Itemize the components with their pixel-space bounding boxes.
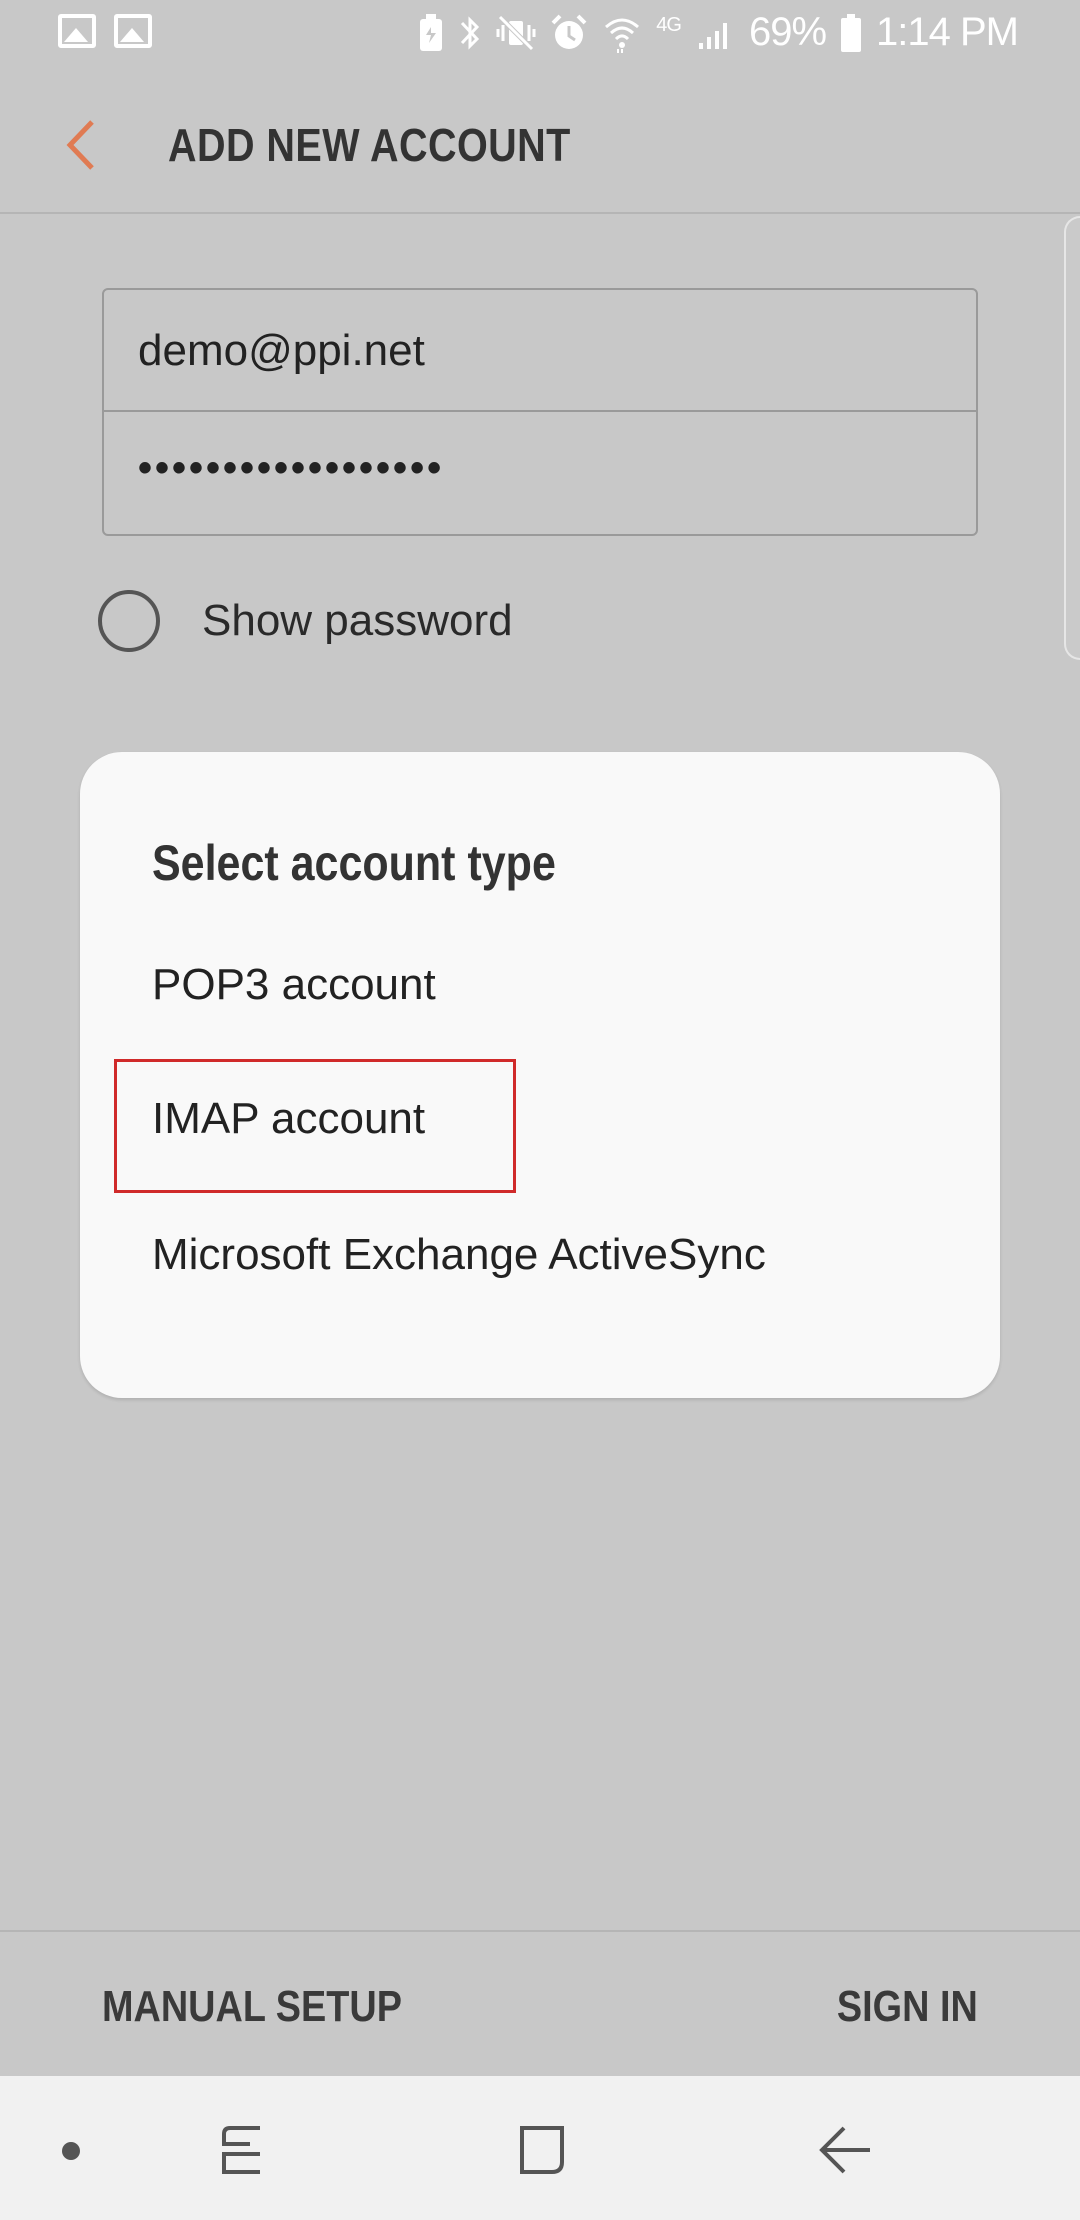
- app-bar: ADD NEW ACCOUNT: [0, 72, 1080, 214]
- credentials-form: demo@ppi.net ••••••••••••••••••: [102, 288, 978, 536]
- back-button[interactable]: [52, 112, 112, 178]
- manual-setup-button[interactable]: MANUAL SETUP: [102, 1982, 402, 2032]
- back-nav-button[interactable]: [814, 2118, 878, 2182]
- status-bar: 4G 69% 1:14 PM: [0, 0, 1080, 72]
- home-button[interactable]: [510, 2118, 574, 2182]
- sign-in-button[interactable]: SIGN IN: [837, 1982, 978, 2032]
- network-type: 4G: [656, 14, 682, 36]
- recents-icon: [222, 2126, 260, 2174]
- signal-icon: [698, 22, 727, 49]
- option-imap-account[interactable]: IMAP account: [152, 1094, 425, 1144]
- back-icon: [819, 2126, 870, 2174]
- page-title: ADD NEW ACCOUNT: [168, 119, 571, 171]
- show-password-radio[interactable]: [98, 590, 160, 652]
- password-field[interactable]: ••••••••••••••••••: [104, 414, 976, 536]
- battery-percent: 69%: [748, 10, 827, 54]
- action-bar: MANUAL SETUP SIGN IN: [0, 1930, 1080, 2074]
- battery-icon: [841, 13, 862, 52]
- email-value: demo@ppi.net: [138, 326, 425, 375]
- scrollbar[interactable]: [1064, 216, 1080, 660]
- notification-icons: [58, 14, 152, 48]
- bluetooth-icon: [461, 15, 480, 50]
- image-icon: [58, 14, 96, 48]
- chevron-left-icon: [66, 120, 94, 170]
- dot-icon[interactable]: [62, 2142, 80, 2160]
- account-type-dialog: Select account type POP3 account IMAP ac…: [80, 752, 1000, 1398]
- email-field[interactable]: demo@ppi.net: [104, 290, 976, 412]
- recents-button[interactable]: [210, 2118, 274, 2182]
- home-icon: [520, 2126, 564, 2174]
- alarm-icon: [551, 14, 587, 49]
- option-exchange-activesync[interactable]: Microsoft Exchange ActiveSync: [152, 1230, 766, 1280]
- image-icon: [114, 14, 152, 48]
- vibrate-icon: [496, 14, 536, 51]
- navigation-bar: [0, 2076, 1080, 2220]
- show-password-label: Show password: [202, 596, 513, 645]
- wifi-icon: [605, 18, 640, 53]
- system-icons: 4G 69% 1:14 PM: [418, 10, 1019, 55]
- battery-saver-icon: [420, 13, 443, 51]
- show-password-toggle[interactable]: Show password: [98, 590, 513, 652]
- dialog-title: Select account type: [152, 835, 556, 891]
- clock: 1:14 PM: [876, 10, 1019, 54]
- option-pop3-account[interactable]: POP3 account: [152, 960, 436, 1010]
- password-value: ••••••••••••••••••: [138, 446, 445, 490]
